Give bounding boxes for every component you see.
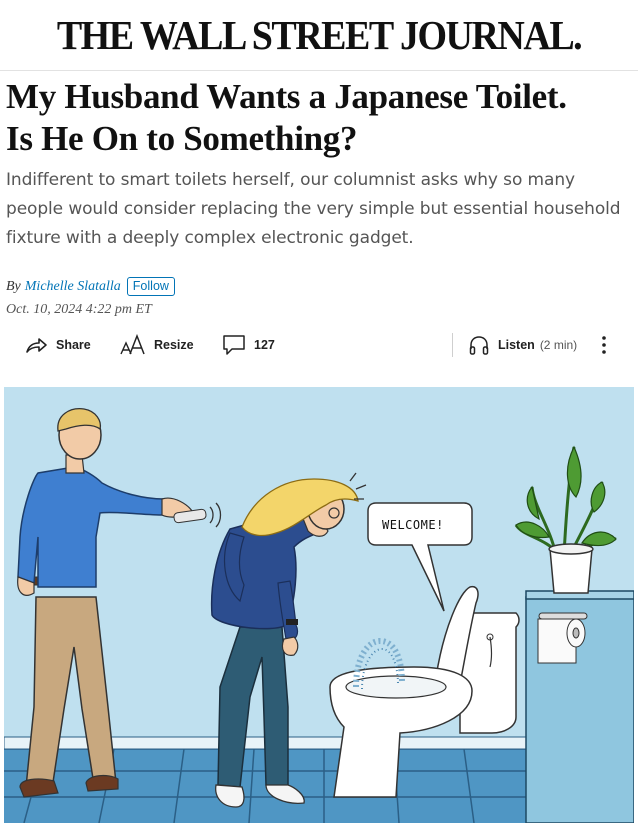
toolbar-separator bbox=[452, 333, 453, 357]
comments-count: 127 bbox=[254, 338, 275, 352]
article-toolbar: Share Resize 127 Listen (2 min) bbox=[0, 330, 638, 360]
share-label: Share bbox=[56, 338, 91, 352]
article-illustration: WELCOME! bbox=[4, 387, 634, 823]
headphones-icon bbox=[468, 334, 490, 356]
more-options-button[interactable] bbox=[600, 330, 608, 360]
text-size-icon bbox=[120, 334, 146, 356]
byline-prefix: By bbox=[6, 278, 21, 294]
share-button[interactable]: Share bbox=[24, 330, 91, 360]
follow-button[interactable]: Follow bbox=[126, 277, 175, 296]
listen-label: Listen bbox=[498, 338, 535, 352]
resize-button[interactable]: Resize bbox=[120, 330, 194, 360]
masthead-divider bbox=[0, 70, 638, 71]
article-dek: Indifferent to smart toilets herself, ou… bbox=[6, 170, 621, 248]
listen-button[interactable]: Listen (2 min) bbox=[468, 330, 577, 360]
publish-date: Oct. 10, 2024 4:22 pm ET bbox=[6, 302, 152, 317]
author-link[interactable]: Michelle Slatalla bbox=[25, 279, 121, 295]
byline: By Michelle Slatalla Follow bbox=[6, 277, 175, 296]
illustration-svg: WELCOME! bbox=[4, 387, 634, 823]
headline-line-2: Is He On to Something? bbox=[6, 119, 358, 158]
listen-duration: (2 min) bbox=[539, 338, 578, 352]
speech-bubble-text: WELCOME! bbox=[382, 518, 444, 532]
comment-bubble-icon bbox=[222, 334, 246, 356]
share-arrow-icon bbox=[24, 335, 48, 355]
vertical-ellipsis-icon bbox=[600, 334, 608, 356]
headline-line-1: My Husband Wants a Japanese Toilet. bbox=[6, 77, 567, 116]
comments-button[interactable]: 127 bbox=[222, 330, 275, 360]
resize-label: Resize bbox=[154, 338, 194, 352]
article-headline: My Husband Wants a Japanese Toilet. Is H… bbox=[6, 76, 632, 160]
masthead-logo[interactable]: THE WALL STREET JOURNAL. bbox=[0, 12, 638, 60]
